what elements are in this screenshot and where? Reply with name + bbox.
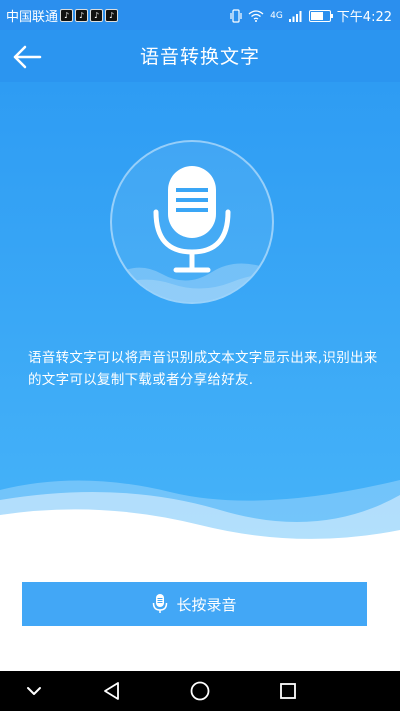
record-button[interactable]: 长按录音 <box>22 582 367 626</box>
carrier-label: 中国联通 <box>6 10 59 25</box>
record-button-label: 长按录音 <box>176 596 237 614</box>
microphone-icon <box>153 166 231 273</box>
microphone-icon <box>153 594 168 613</box>
app-header: 语音转换文字 <box>0 30 400 82</box>
navigation-bar <box>0 671 400 711</box>
clock: 下午4:22 <box>336 10 392 25</box>
microphone-badge <box>110 140 274 304</box>
wave-divider <box>0 480 400 590</box>
tiktok-notification-icon: ♪ <box>60 9 74 22</box>
tiktok-notification-icon: ♪ <box>90 9 104 22</box>
tiktok-notification-icon: ♪ <box>75 9 89 22</box>
triangle-back-icon[interactable] <box>100 679 124 703</box>
square-recent-icon[interactable] <box>276 679 300 703</box>
status-bar: 中国联通 ♪ ♪ ♪ ♪ 4G 下午4:22 <box>0 0 400 30</box>
battery-icon <box>308 9 333 22</box>
network-type-label: 4G <box>270 10 283 21</box>
circle-home-icon[interactable] <box>188 679 212 703</box>
wifi-icon <box>248 9 264 22</box>
description-text: 语音转文字可以将声音识别成文本文字显示出来,识别出来的文字可以复制下载或者分享给… <box>28 350 378 388</box>
page-title: 语音转换文字 <box>139 46 260 68</box>
status-right: 4G 下午4:22 <box>224 6 392 25</box>
vibrate-icon <box>230 8 242 23</box>
status-left: 中国联通 ♪ ♪ ♪ ♪ <box>6 6 119 25</box>
chevron-down-icon[interactable] <box>22 679 46 703</box>
tiktok-notification-icon: ♪ <box>105 9 119 22</box>
signal-icon <box>288 10 302 22</box>
